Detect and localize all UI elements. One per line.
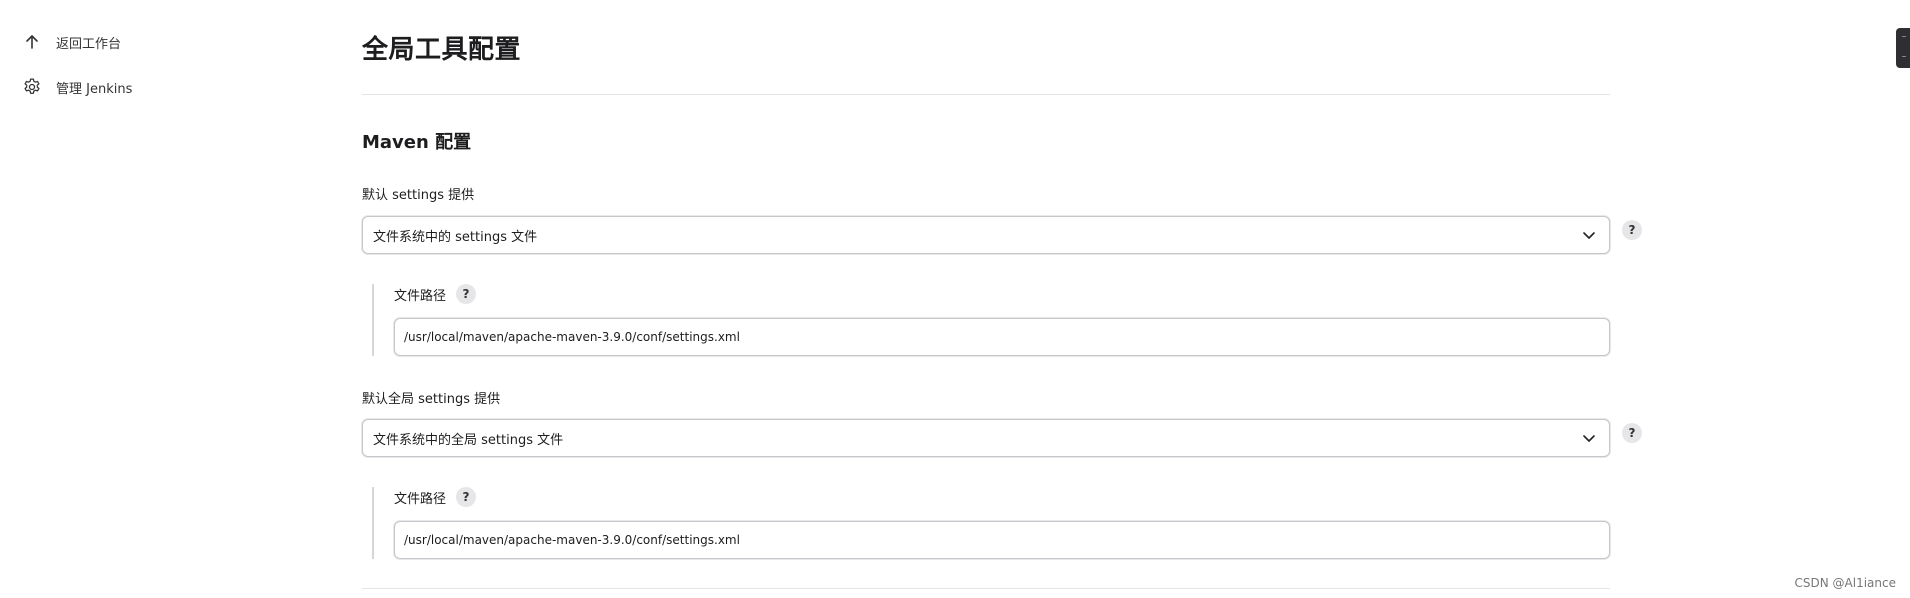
chevron-down-icon [1583, 435, 1595, 442]
sidebar: 返回工作台 管理 Jenkins [0, 0, 300, 598]
nested-section-bar [372, 284, 374, 356]
settings-provider-help-icon[interactable]: ? [1622, 220, 1642, 240]
global-settings-provider-help-icon[interactable]: ? [1622, 423, 1642, 443]
settings-provider-select[interactable]: 文件系统中的 settings 文件 [362, 216, 1610, 254]
sidebar-item-label: 返回工作台 [56, 36, 122, 52]
sidebar-item-label: 管理 Jenkins [56, 81, 133, 97]
sidebar-item-manage-jenkins[interactable]: 管理 Jenkins [20, 73, 132, 101]
settings-file-path-help-icon[interactable]: ? [456, 284, 476, 304]
nested-section-bar [372, 487, 374, 559]
settings-provider-label: 默认 settings 提供 [362, 188, 475, 203]
section-title: Maven 配置 [362, 132, 472, 153]
settings-file-path-label-row: 文件路径 [394, 285, 446, 304]
scrollbar-handle[interactable] [1896, 28, 1910, 68]
settings-file-path-label: 文件路径 [394, 289, 447, 304]
divider [362, 94, 1610, 95]
chevron-down-icon [1583, 232, 1595, 239]
watermark: CSDN @Al1iance [1794, 576, 1896, 590]
divider [362, 588, 1610, 589]
arrow-up-icon [20, 30, 44, 54]
global-settings-provider-label: 默认全局 settings 提供 [362, 392, 501, 407]
sidebar-item-back-to-dashboard[interactable]: 返回工作台 [20, 28, 121, 56]
settings-file-path-input[interactable] [394, 318, 1610, 356]
gear-icon [20, 75, 44, 99]
global-settings-file-path-input[interactable] [394, 521, 1610, 559]
global-settings-provider-selected-value: 文件系统中的全局 settings 文件 [373, 432, 564, 448]
global-settings-file-path-label: 文件路径 [394, 492, 447, 507]
global-settings-file-path-label-row: 文件路径 [394, 488, 446, 507]
page-title: 全局工具配置 [362, 35, 522, 65]
global-settings-provider-select[interactable]: 文件系统中的全局 settings 文件 [362, 419, 1610, 457]
settings-provider-selected-value: 文件系统中的 settings 文件 [373, 229, 538, 245]
global-settings-file-path-help-icon[interactable]: ? [456, 487, 476, 507]
